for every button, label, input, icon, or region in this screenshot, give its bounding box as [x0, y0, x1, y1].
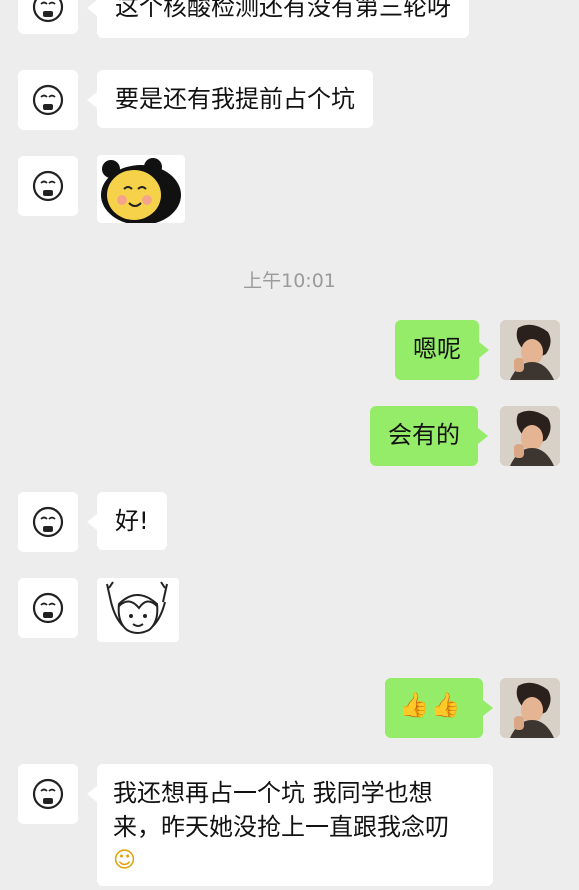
message-text: 嗯呢 [413, 335, 461, 363]
contact-avatar[interactable] [18, 156, 78, 216]
panda-smile-sticker-icon [101, 158, 181, 223]
message-text-line: 我还想再占一个坑 我同学也想 [113, 779, 433, 807]
cartoon-face-avatar-icon [32, 592, 64, 624]
message-text-line: 来，昨天她没抢上一直跟我念叨 [113, 813, 449, 841]
my-avatar[interactable] [500, 320, 560, 380]
message-bubble-incoming[interactable]: 要是还有我提前占个坑 [87, 70, 373, 128]
message-bubble-outgoing[interactable]: 👍👍 [385, 678, 493, 738]
message-text: 会有的 [388, 421, 460, 449]
cartoon-face-avatar-icon [32, 84, 64, 116]
contact-avatar[interactable] [18, 764, 78, 824]
sticker-message[interactable] [97, 155, 185, 223]
contact-avatar[interactable] [18, 70, 78, 130]
thumbs-up-emoji: 👍👍 [399, 691, 463, 719]
cartoon-face-avatar-icon [32, 170, 64, 202]
person-photo-avatar-icon [500, 678, 560, 738]
cartoon-face-avatar-icon [32, 778, 64, 810]
message-bubble-outgoing[interactable]: 会有的 [370, 406, 488, 466]
timestamp: 上午10:01 [243, 270, 336, 292]
cartoon-face-avatar-icon [32, 506, 64, 538]
my-avatar[interactable] [500, 406, 560, 466]
message-bubble-outgoing[interactable]: 嗯呢 [395, 320, 489, 380]
contact-avatar[interactable] [18, 578, 78, 638]
message-text: 好! [115, 507, 149, 535]
person-photo-avatar-icon [500, 320, 560, 380]
message-text: 这个核酸检测还有没有第三轮呀 [115, 0, 451, 21]
cheering-girl-sticker-icon [106, 581, 168, 634]
cartoon-face-avatar-icon [32, 0, 64, 23]
my-avatar[interactable] [500, 678, 560, 738]
message-text: 要是还有我提前占个坑 [115, 85, 355, 113]
sticker-message[interactable] [97, 578, 179, 642]
contact-avatar[interactable] [18, 0, 78, 34]
blush-emoji: ☺ [113, 848, 136, 873]
message-bubble-incoming[interactable]: 这个核酸检测还有没有第三轮呀 [87, 0, 469, 38]
message-bubble-incoming[interactable]: 好! [87, 492, 167, 550]
person-photo-avatar-icon [500, 406, 560, 466]
contact-avatar[interactable] [18, 492, 78, 552]
message-row: 这个核酸检测还有没有第三轮呀 [0, 0, 579, 42]
message-bubble-incoming[interactable]: 我还想再占一个坑 我同学也想 来，昨天她没抢上一直跟我念叨 ☺ [87, 764, 493, 886]
